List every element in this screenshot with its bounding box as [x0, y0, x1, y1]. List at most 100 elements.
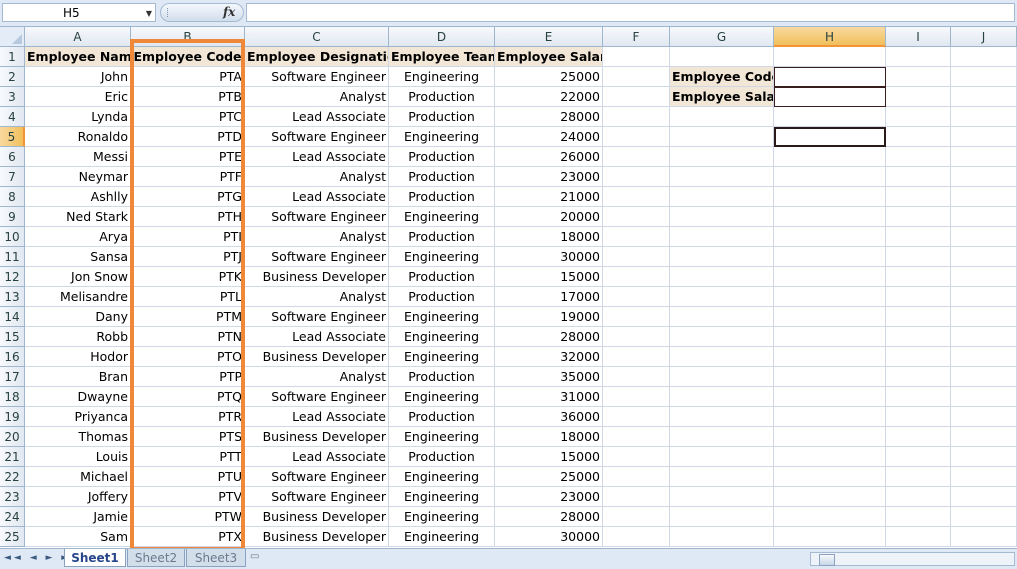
table-cell[interactable] [886, 187, 951, 207]
table-cell[interactable] [603, 187, 670, 207]
table-cell[interactable]: Ned Stark [25, 207, 131, 227]
table-cell[interactable] [603, 307, 670, 327]
table-cell[interactable]: 36000 [495, 407, 603, 427]
table-cell[interactable]: PTV [131, 487, 245, 507]
table-cell[interactable] [951, 307, 1017, 327]
table-cell[interactable] [670, 527, 774, 547]
row-header-1[interactable]: 1 [0, 47, 25, 67]
table-cell[interactable]: Lead Associate [245, 447, 389, 467]
column-header-a[interactable]: A [25, 27, 131, 47]
table-cell[interactable] [951, 107, 1017, 127]
table-cell[interactable] [886, 527, 951, 547]
table-cell[interactable] [774, 467, 886, 487]
table-cell[interactable]: Lead Associate [245, 147, 389, 167]
table-cell[interactable] [951, 127, 1017, 147]
table-cell[interactable]: Production [389, 227, 495, 247]
table-cell[interactable]: Arya [25, 227, 131, 247]
table-cell[interactable]: 28000 [495, 327, 603, 347]
tab-sheet2[interactable]: Sheet2 [127, 549, 185, 567]
table-cell[interactable]: Robb [25, 327, 131, 347]
table-cell[interactable]: Messi [25, 147, 131, 167]
table-cell[interactable]: Louis [25, 447, 131, 467]
table-cell[interactable] [774, 147, 886, 167]
table-cell[interactable] [670, 367, 774, 387]
row-header-16[interactable]: 16 [0, 347, 25, 367]
table-cell[interactable] [603, 227, 670, 247]
table-cell[interactable]: Lead Associate [245, 187, 389, 207]
row-header-19[interactable]: 19 [0, 407, 25, 427]
table-cell[interactable] [603, 347, 670, 367]
table-cell[interactable]: Melisandre [25, 287, 131, 307]
grip-icon[interactable] [167, 8, 176, 17]
row-header-22[interactable]: 22 [0, 467, 25, 487]
table-cell[interactable] [603, 127, 670, 147]
table-cell[interactable] [603, 427, 670, 447]
table-cell[interactable] [886, 267, 951, 287]
table-cell[interactable] [774, 507, 886, 527]
table-cell[interactable] [670, 447, 774, 467]
table-cell[interactable]: Analyst [245, 227, 389, 247]
table-cell[interactable] [603, 47, 670, 67]
table-cell[interactable]: Software Engineer [245, 67, 389, 87]
table-cell[interactable]: 18000 [495, 227, 603, 247]
table-cell[interactable] [670, 507, 774, 527]
table-cell[interactable] [670, 47, 774, 67]
table-cell[interactable] [774, 387, 886, 407]
row-header-4[interactable]: 4 [0, 107, 25, 127]
table-cell[interactable]: Engineering [389, 507, 495, 527]
lookup-salary-label[interactable]: Employee Salary [670, 87, 774, 107]
table-cell[interactable] [670, 487, 774, 507]
table-cell[interactable]: Engineering [389, 327, 495, 347]
table-cell[interactable]: 24000 [495, 127, 603, 147]
table-cell[interactable] [670, 167, 774, 187]
table-cell[interactable]: Dwayne [25, 387, 131, 407]
table-cell[interactable]: PTM [131, 307, 245, 327]
table-cell[interactable]: PTW [131, 507, 245, 527]
table-cell[interactable] [951, 47, 1017, 67]
table-cell[interactable] [603, 67, 670, 87]
table-cell[interactable] [951, 67, 1017, 87]
table-cell[interactable] [670, 147, 774, 167]
table-cell[interactable]: Sansa [25, 247, 131, 267]
table-cell[interactable] [886, 207, 951, 227]
table-cell[interactable] [886, 347, 951, 367]
lookup-code-label[interactable]: Employee Code [670, 67, 774, 87]
table-cell[interactable] [774, 287, 886, 307]
table-cell[interactable]: Business Developer [245, 267, 389, 287]
table-cell[interactable] [670, 427, 774, 447]
table-cell[interactable] [951, 267, 1017, 287]
row-header-6[interactable]: 6 [0, 147, 25, 167]
table-cell[interactable] [951, 447, 1017, 467]
table-cell[interactable] [774, 107, 886, 127]
table-cell[interactable] [886, 307, 951, 327]
table-cell[interactable]: Analyst [245, 167, 389, 187]
table-cell[interactable]: PTN [131, 327, 245, 347]
table-cell[interactable]: 25000 [495, 467, 603, 487]
table-cell[interactable]: Michael [25, 467, 131, 487]
table-cell[interactable] [951, 87, 1017, 107]
table-cell[interactable] [670, 467, 774, 487]
table-cell[interactable] [951, 487, 1017, 507]
table-cell[interactable] [951, 227, 1017, 247]
row-header-15[interactable]: 15 [0, 327, 25, 347]
table-cell[interactable]: Engineering [389, 487, 495, 507]
table-cell[interactable]: Hodor [25, 347, 131, 367]
column-header-c[interactable]: C [245, 27, 389, 47]
table-cell[interactable]: PTX [131, 527, 245, 547]
table-header-cell[interactable]: Employee Code [131, 47, 245, 67]
column-header-f[interactable]: F [603, 27, 670, 47]
table-cell[interactable]: Software Engineer [245, 387, 389, 407]
table-cell[interactable]: Engineering [389, 387, 495, 407]
table-cell[interactable] [886, 407, 951, 427]
table-cell[interactable]: PTT [131, 447, 245, 467]
table-cell[interactable] [670, 227, 774, 247]
table-cell[interactable] [670, 247, 774, 267]
table-cell[interactable] [670, 267, 774, 287]
table-cell[interactable] [670, 207, 774, 227]
table-cell[interactable]: Software Engineer [245, 247, 389, 267]
table-cell[interactable]: 19000 [495, 307, 603, 327]
row-header-10[interactable]: 10 [0, 227, 25, 247]
table-cell[interactable] [603, 507, 670, 527]
row-header-5[interactable]: 5 [0, 127, 25, 147]
table-cell[interactable]: Analyst [245, 287, 389, 307]
